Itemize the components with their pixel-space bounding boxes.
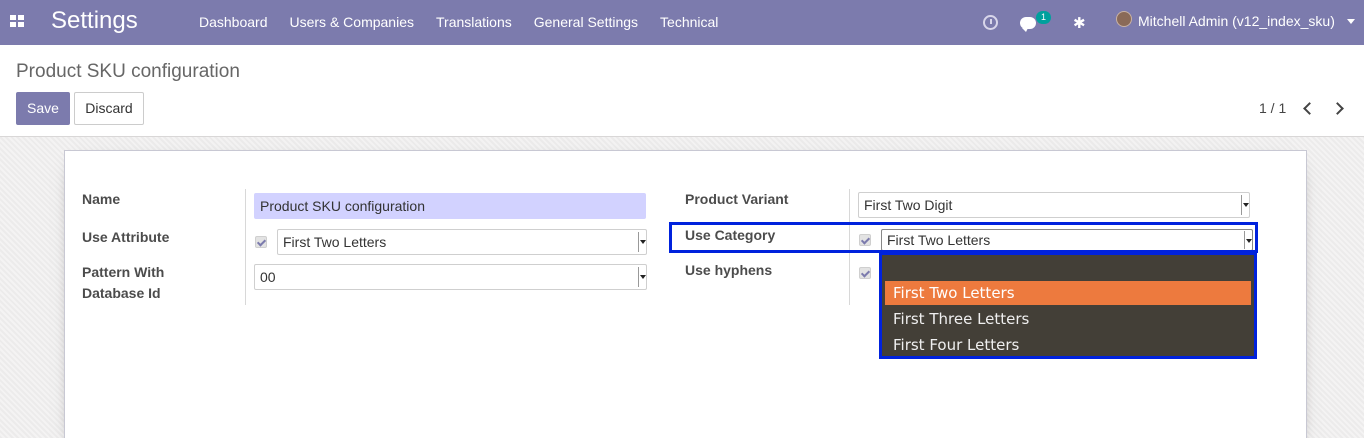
- pattern-label-line2: Database Id: [82, 285, 161, 301]
- name-label: Name: [82, 191, 121, 207]
- pager-previous-icon[interactable]: [1303, 102, 1316, 115]
- menu-dashboard[interactable]: Dashboard: [188, 0, 279, 45]
- use-attribute-label: Use Attribute: [82, 229, 170, 245]
- select-arrow-icon[interactable]: [638, 267, 646, 287]
- name-field[interactable]: Product SKU configuration: [254, 193, 646, 219]
- apps-grid-icon[interactable]: [10, 15, 24, 27]
- use-category-dropdown-list: First Two Letters First Three Letters Fi…: [879, 252, 1257, 359]
- main-menu: Dashboard Users & Companies Translations…: [188, 0, 729, 45]
- dropdown-option-first-three-letters[interactable]: First Three Letters: [885, 307, 1251, 331]
- select-arrow-icon[interactable]: [1241, 195, 1249, 215]
- dropdown-option-first-two-letters[interactable]: First Two Letters: [885, 281, 1251, 305]
- menu-technical[interactable]: Technical: [649, 0, 729, 45]
- use-category-highlight-box: [669, 222, 1258, 253]
- pattern-select[interactable]: 00: [254, 264, 647, 290]
- dropdown-option-empty[interactable]: [885, 257, 1251, 281]
- menu-general-settings[interactable]: General Settings: [523, 0, 649, 45]
- pattern-label-line1: Pattern With: [82, 264, 165, 280]
- pager-value[interactable]: 1 / 1: [1259, 100, 1286, 116]
- breadcrumb-title: Product SKU configuration: [16, 61, 240, 82]
- top-navbar: Settings Dashboard Users & Companies Tra…: [0, 0, 1364, 45]
- user-menu-name[interactable]: Mitchell Admin (v12_index_sku): [1138, 13, 1335, 29]
- discard-button[interactable]: Discard: [74, 92, 144, 125]
- pager-next-icon[interactable]: [1331, 102, 1344, 115]
- menu-translations[interactable]: Translations: [425, 0, 523, 45]
- use-attribute-checkbox[interactable]: [255, 236, 267, 248]
- save-button[interactable]: Save: [16, 92, 70, 125]
- use-hyphens-label: Use hyphens: [685, 262, 773, 278]
- chat-badge: 1: [1036, 11, 1052, 24]
- product-variant-label: Product Variant: [685, 191, 789, 207]
- product-variant-select[interactable]: First Two Digit: [858, 192, 1250, 218]
- menu-users-companies[interactable]: Users & Companies: [279, 0, 426, 45]
- product-variant-select-value: First Two Digit: [864, 197, 953, 213]
- user-avatar[interactable]: [1116, 11, 1132, 27]
- pattern-select-value: 00: [260, 269, 276, 285]
- chat-icon[interactable]: [1020, 0, 1036, 45]
- use-attribute-select-value: First Two Letters: [283, 234, 387, 250]
- select-arrow-icon[interactable]: [638, 232, 646, 252]
- use-attribute-select[interactable]: First Two Letters: [277, 229, 647, 255]
- dropdown-option-first-four-letters[interactable]: First Four Letters: [885, 333, 1251, 357]
- left-group-separator: [245, 189, 246, 305]
- control-panel: Product SKU configuration Save Discard 1…: [0, 45, 1364, 137]
- app-brand[interactable]: Settings: [51, 7, 138, 35]
- activity-clock-icon[interactable]: [983, 0, 998, 45]
- bug-icon[interactable]: ✱: [1073, 0, 1086, 45]
- use-hyphens-checkbox[interactable]: [859, 267, 871, 279]
- chevron-down-icon[interactable]: [1347, 19, 1355, 24]
